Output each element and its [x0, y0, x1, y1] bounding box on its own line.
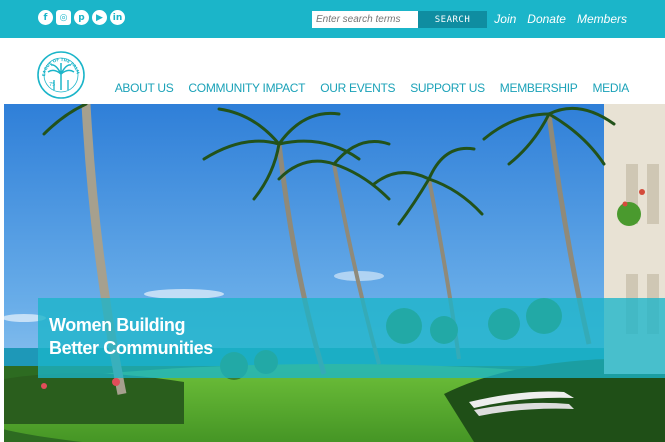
youtube-icon[interactable]: ▶ [92, 10, 107, 25]
linkedin-icon[interactable]: in [110, 10, 125, 25]
nav-community-impact[interactable]: COMMUNITY IMPACT [188, 81, 305, 95]
donate-link[interactable]: Donate [527, 12, 566, 26]
site-logo[interactable]: JUNIOR LEAGUE OF THE PALM BEACHES 75 [36, 50, 86, 100]
hero-image [4, 104, 665, 442]
nav-our-events[interactable]: OUR EVENTS [320, 81, 395, 95]
top-bar: f ◎ p ▶ in SEARCH Join Donate Members [0, 0, 665, 38]
logo-center-text: 75 [49, 82, 55, 88]
nav-about-us[interactable]: ABOUT US [115, 81, 174, 95]
facebook-icon[interactable]: f [38, 10, 53, 25]
search-button[interactable]: SEARCH [418, 11, 487, 28]
hero-photo [4, 104, 665, 442]
nav-support-us[interactable]: SUPPORT US [410, 81, 485, 95]
instagram-icon[interactable]: ◎ [56, 10, 71, 25]
nav-membership[interactable]: MEMBERSHIP [500, 81, 578, 95]
main-nav: ABOUT US COMMUNITY IMPACT OUR EVENTS SUP… [115, 81, 630, 95]
join-link[interactable]: Join [494, 12, 516, 26]
hero-headline-line2: Better Communities [49, 338, 213, 358]
search-input[interactable] [312, 11, 418, 28]
nav-media[interactable]: MEDIA [592, 81, 629, 95]
pinterest-icon[interactable]: p [74, 10, 89, 25]
members-link[interactable]: Members [577, 12, 627, 26]
site-header: JUNIOR LEAGUE OF THE PALM BEACHES 75 ABO… [0, 38, 665, 104]
hero-headline-line1: Women Building [49, 315, 186, 335]
top-links: Join Donate Members [494, 12, 627, 26]
hero-banner: Women Building Better Communities [38, 298, 665, 378]
social-links: f ◎ p ▶ in [38, 10, 125, 25]
